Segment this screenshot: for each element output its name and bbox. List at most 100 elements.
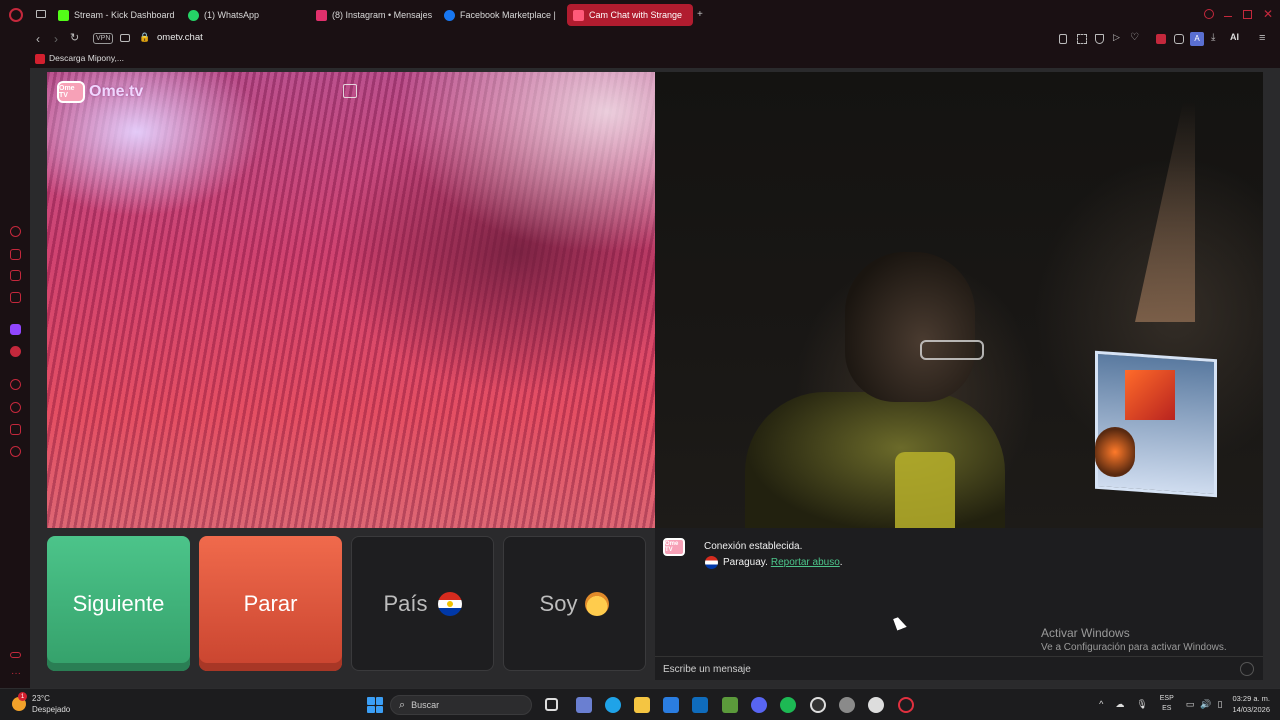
- gender-button[interactable]: Soy: [503, 536, 646, 671]
- ai-button[interactable]: AI: [1230, 33, 1239, 42]
- bookmarks-bar: Descarga Mipony,...: [0, 50, 1280, 68]
- clock[interactable]: 03:29 a. m. 14/03/2026: [1232, 693, 1270, 715]
- shield-icon[interactable]: [1095, 34, 1104, 44]
- sidebar-aria-icon[interactable]: [10, 226, 21, 237]
- ometv-logo[interactable]: Ome TV Ome.tv: [57, 81, 143, 103]
- tab-whatsapp[interactable]: (1) WhatsApp: [188, 4, 298, 26]
- weather-sun-icon: 1: [12, 692, 27, 711]
- gender-label: Soy: [539, 590, 578, 616]
- control-buttons: Siguiente Parar País Soy: [47, 528, 655, 680]
- discord-icon[interactable]: [751, 697, 767, 713]
- whatsapp-icon: [188, 9, 199, 21]
- monitor-screen: [1125, 370, 1175, 420]
- person-body: [745, 392, 1005, 532]
- forward-icon[interactable]: ›: [54, 33, 58, 45]
- message-input-area: [655, 656, 1263, 680]
- sidebar-app-icon[interactable]: [10, 346, 21, 357]
- opera-sidebar: ···: [0, 68, 30, 688]
- logo-text: Ome.tv: [89, 83, 144, 100]
- mic-tray-icon[interactable]: 🎙: [1136, 699, 1147, 710]
- country-label: País: [383, 590, 428, 616]
- sidebar-player-icon[interactable]: [10, 379, 21, 390]
- stop-button[interactable]: Parar: [199, 536, 342, 671]
- new-tab-icon[interactable]: +: [697, 10, 703, 20]
- popout-video-icon[interactable]: [343, 84, 357, 98]
- url-text[interactable]: ometv.chat: [157, 33, 203, 43]
- activation-subtitle: Ve a Configuración para activar Windows.: [1041, 642, 1227, 653]
- taskbar-search[interactable]: ⌕ Buscar: [390, 695, 532, 715]
- volume-tray-icon[interactable]: 🔊: [1200, 699, 1211, 710]
- tab-label: Cam Chat with Strange: [589, 10, 683, 20]
- bookmark-item[interactable]: Descarga Mipony,...: [49, 54, 124, 63]
- snapshot-icon[interactable]: [1077, 34, 1087, 44]
- opera-logo-icon[interactable]: [9, 8, 23, 22]
- close-icon[interactable]: ✕: [1263, 8, 1273, 20]
- sidebar-more-icon[interactable]: ···: [11, 669, 21, 679]
- country-button[interactable]: País: [351, 536, 494, 671]
- puzzle-icon[interactable]: [1174, 34, 1184, 44]
- maximize-icon[interactable]: [1243, 10, 1252, 19]
- chat-country: Paraguay.: [723, 557, 768, 568]
- sidebar-gx-icon[interactable]: [10, 652, 21, 658]
- sidebar-history-icon[interactable]: [10, 402, 21, 413]
- outlook-icon[interactable]: [692, 697, 708, 713]
- lang-top: ESP: [1159, 695, 1174, 702]
- sidebar-messenger-icon[interactable]: [10, 292, 21, 303]
- sidebar-extensions-icon[interactable]: [10, 424, 21, 435]
- camera-icon[interactable]: [120, 34, 130, 42]
- vpn-badge[interactable]: VPN: [93, 33, 114, 44]
- weather-temp: 23°C: [32, 694, 50, 703]
- play-icon[interactable]: ▷: [1113, 33, 1120, 42]
- weather-desc: Despejado: [32, 705, 71, 714]
- instagram-icon: [316, 9, 327, 21]
- clock-time: 03:29 a. m.: [1232, 694, 1270, 703]
- tab-overview-icon[interactable]: [36, 10, 46, 18]
- tab-instagram[interactable]: (8) Instagram • Mensajes: [316, 4, 436, 26]
- lang-bottom: ES: [1162, 705, 1172, 712]
- pin-icon[interactable]: [1059, 34, 1067, 44]
- game-icon[interactable]: [868, 697, 884, 713]
- heart-icon[interactable]: ♡: [1130, 33, 1139, 43]
- sidebar-twitch-icon[interactable]: [10, 324, 21, 335]
- message-input[interactable]: [663, 661, 1223, 677]
- spotify-icon[interactable]: [780, 697, 796, 713]
- task-view-icon[interactable]: [545, 698, 558, 711]
- next-button[interactable]: Siguiente: [47, 536, 190, 671]
- sidebar-bag-icon[interactable]: [10, 249, 21, 260]
- sidebar-settings-icon[interactable]: [10, 446, 21, 457]
- sidebar-instagram-icon[interactable]: [10, 270, 21, 281]
- store-icon[interactable]: [663, 697, 679, 713]
- start-button[interactable]: [367, 697, 383, 713]
- tray-chevron-icon[interactable]: ^: [1099, 699, 1103, 709]
- tab-kick-dashboard[interactable]: Stream - Kick Dashboard: [58, 4, 178, 26]
- windows-taskbar: 1 23°C Despejado ⌕ Buscar ^ ☁ 🎙 ESP ES ▭…: [0, 688, 1280, 720]
- opera-gx-icon[interactable]: [898, 697, 914, 713]
- weather-widget[interactable]: 1 23°C Despejado: [12, 692, 71, 715]
- person-shirt: [895, 452, 955, 528]
- display-tray-icon[interactable]: ▭: [1186, 699, 1195, 710]
- chat-logo-icon: Ome TV: [663, 538, 685, 556]
- back-icon[interactable]: ‹: [36, 33, 40, 45]
- menu-icon[interactable]: ≡: [1259, 33, 1265, 44]
- file-explorer-icon[interactable]: [634, 697, 650, 713]
- app-icon[interactable]: [576, 697, 592, 713]
- person-emoji-icon: [585, 591, 610, 616]
- tab-facebook-marketplace[interactable]: Facebook Marketplace | F: [444, 4, 556, 26]
- extension-icon[interactable]: [1156, 34, 1166, 44]
- minecraft-icon[interactable]: [722, 697, 738, 713]
- reload-icon[interactable]: ↻: [70, 33, 79, 44]
- account-avatar[interactable]: A: [1190, 32, 1204, 46]
- language-indicator[interactable]: ESP ES: [1160, 694, 1174, 714]
- emoji-icon[interactable]: [1240, 662, 1254, 676]
- settings-icon[interactable]: [839, 697, 855, 713]
- network-tray-icon[interactable]: ☁: [1115, 699, 1124, 710]
- lamp-shape: [1135, 102, 1195, 322]
- tab-ometv[interactable]: Cam Chat with Strange: [567, 4, 693, 26]
- battery-tray-icon[interactable]: ▯: [1218, 699, 1223, 710]
- report-abuse-link[interactable]: Reportar abuso: [771, 557, 840, 568]
- edge-icon[interactable]: [605, 697, 621, 713]
- download-icon[interactable]: ⤓: [1211, 33, 1215, 43]
- obs-icon[interactable]: [810, 697, 826, 713]
- search-tabs-icon[interactable]: [1204, 9, 1214, 19]
- minimize-icon[interactable]: [1224, 16, 1232, 17]
